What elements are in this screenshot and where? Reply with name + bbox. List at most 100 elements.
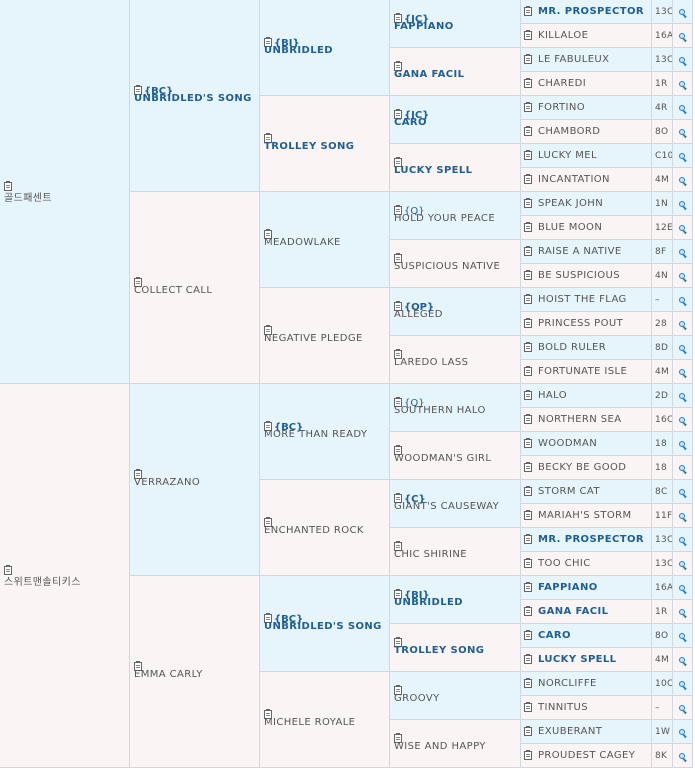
magnifier-icon[interactable] xyxy=(678,56,687,65)
clipboard-icon[interactable] xyxy=(524,486,532,496)
horse-name[interactable]: BOLD RULER xyxy=(538,342,606,353)
horse-name[interactable]: NORCLIFFE xyxy=(538,678,597,689)
clipboard-icon[interactable] xyxy=(524,366,532,376)
horse-name[interactable]: HOIST THE FLAG xyxy=(538,294,627,305)
horse-name[interactable]: PRINCESS POUT xyxy=(538,318,623,329)
magnifier-icon[interactable] xyxy=(678,152,687,161)
magnifier-icon[interactable] xyxy=(678,32,687,41)
horse-name[interactable]: BLUE MOON xyxy=(538,222,602,233)
horse-name[interactable]: MR. PROSPECTOR xyxy=(538,6,644,17)
magnifier-icon[interactable] xyxy=(678,560,687,569)
horse-name[interactable]: PROUDEST CAGEY xyxy=(538,750,635,761)
clipboard-icon[interactable] xyxy=(524,342,532,352)
clipboard-icon[interactable] xyxy=(524,246,532,256)
horse-name[interactable]: ALLEGED xyxy=(394,309,443,320)
horse-name[interactable]: LE FABULEUX xyxy=(538,54,609,65)
horse-name[interactable]: RAISE A NATIVE xyxy=(538,246,622,257)
magnifier-icon[interactable] xyxy=(678,248,687,257)
magnifier-icon[interactable] xyxy=(678,608,687,617)
horse-name[interactable]: UNBRIDLED'S SONG xyxy=(134,93,252,104)
clipboard-icon[interactable] xyxy=(524,414,532,424)
clipboard-icon[interactable] xyxy=(524,510,532,520)
magnifier-icon[interactable] xyxy=(678,488,687,497)
horse-name[interactable]: SOUTHERN HALO xyxy=(394,405,486,416)
clipboard-icon[interactable] xyxy=(524,222,532,232)
magnifier-icon[interactable] xyxy=(678,632,687,641)
magnifier-icon[interactable] xyxy=(678,440,687,449)
clipboard-icon[interactable] xyxy=(524,678,532,688)
clipboard-icon[interactable] xyxy=(524,30,532,40)
horse-name[interactable]: FAPPIANO xyxy=(538,582,598,593)
clipboard-icon[interactable] xyxy=(524,462,532,472)
clipboard-icon[interactable] xyxy=(524,54,532,64)
magnifier-icon[interactable] xyxy=(678,392,687,401)
horse-name[interactable]: FORTINO xyxy=(538,102,585,113)
horse-name[interactable]: FORTUNATE ISLE xyxy=(538,366,627,377)
horse-name[interactable]: KILLALOE xyxy=(538,30,588,41)
horse-name[interactable]: LUCKY SPELL xyxy=(394,165,472,176)
clipboard-icon[interactable] xyxy=(524,606,532,616)
horse-name[interactable]: TINNITUS xyxy=(538,702,588,713)
horse-name[interactable]: LUCKY SPELL xyxy=(538,654,616,665)
horse-name[interactable]: MARIAH'S STORM xyxy=(538,510,632,521)
horse-name[interactable]: SPEAK JOHN xyxy=(538,198,603,209)
magnifier-icon[interactable] xyxy=(678,512,687,521)
magnifier-icon[interactable] xyxy=(678,104,687,113)
horse-name[interactable]: STORM CAT xyxy=(538,486,600,497)
horse-name[interactable]: MEADOWLAKE xyxy=(264,237,341,248)
horse-name[interactable]: 스위트맨솔티키스 xyxy=(4,573,81,588)
magnifier-icon[interactable] xyxy=(678,176,687,185)
horse-name[interactable]: VERRAZANO xyxy=(134,477,200,488)
clipboard-icon[interactable] xyxy=(524,630,532,640)
magnifier-icon[interactable] xyxy=(678,80,687,89)
clipboard-icon[interactable] xyxy=(524,6,532,16)
clipboard-icon[interactable] xyxy=(524,150,532,160)
horse-name[interactable]: GROOVY xyxy=(394,693,440,704)
magnifier-icon[interactable] xyxy=(678,224,687,233)
horse-name[interactable]: MICHELE ROYALE xyxy=(264,717,355,728)
horse-name[interactable]: INCANTATION xyxy=(538,174,610,185)
magnifier-icon[interactable] xyxy=(678,272,687,281)
horse-name[interactable]: CARO xyxy=(394,117,427,128)
magnifier-icon[interactable] xyxy=(678,8,687,17)
magnifier-icon[interactable] xyxy=(678,416,687,425)
horse-name[interactable]: BECKY BE GOOD xyxy=(538,462,626,473)
horse-name[interactable]: SUSPICIOUS NATIVE xyxy=(394,261,500,272)
clipboard-icon[interactable] xyxy=(524,318,532,328)
clipboard-icon[interactable] xyxy=(524,126,532,136)
clipboard-icon[interactable] xyxy=(524,270,532,280)
clipboard-icon[interactable] xyxy=(524,174,532,184)
clipboard-icon[interactable] xyxy=(524,438,532,448)
clipboard-icon[interactable] xyxy=(524,390,532,400)
horse-name[interactable]: MORE THAN READY xyxy=(264,429,367,440)
clipboard-icon[interactable] xyxy=(524,582,532,592)
horse-name[interactable]: HALO xyxy=(538,390,567,401)
clipboard-icon[interactable] xyxy=(524,702,532,712)
magnifier-icon[interactable] xyxy=(678,584,687,593)
magnifier-icon[interactable] xyxy=(678,704,687,713)
horse-name[interactable]: GANA FACIL xyxy=(394,69,464,80)
horse-name[interactable]: TOO CHIC xyxy=(538,558,591,569)
clipboard-icon[interactable] xyxy=(524,654,532,664)
magnifier-icon[interactable] xyxy=(678,728,687,737)
magnifier-icon[interactable] xyxy=(678,296,687,305)
horse-name[interactable]: MR. PROSPECTOR xyxy=(538,534,644,545)
horse-name[interactable]: BE SUSPICIOUS xyxy=(538,270,620,281)
horse-name[interactable]: EMMA CARLY xyxy=(134,669,203,680)
horse-name[interactable]: UNBRIDLED xyxy=(264,45,333,56)
horse-name[interactable]: ENCHANTED ROCK xyxy=(264,525,364,536)
horse-name[interactable]: EXUBERANT xyxy=(538,726,602,737)
horse-name[interactable]: WOODMAN'S GIRL xyxy=(394,453,491,464)
horse-name[interactable]: FAPPIANO xyxy=(394,21,454,32)
horse-name[interactable]: TROLLEY SONG xyxy=(394,645,484,656)
clipboard-icon[interactable] xyxy=(524,750,532,760)
clipboard-icon[interactable] xyxy=(524,558,532,568)
horse-name[interactable]: NORTHERN SEA xyxy=(538,414,621,425)
magnifier-icon[interactable] xyxy=(678,680,687,689)
horse-name[interactable]: CARO xyxy=(538,630,571,641)
horse-name[interactable]: LAREDO LASS xyxy=(394,357,468,368)
horse-name[interactable]: CHAMBORD xyxy=(538,126,600,137)
magnifier-icon[interactable] xyxy=(678,536,687,545)
horse-name[interactable]: GIANT'S CAUSEWAY xyxy=(394,501,499,512)
horse-name[interactable]: HOLD YOUR PEACE xyxy=(394,213,495,224)
